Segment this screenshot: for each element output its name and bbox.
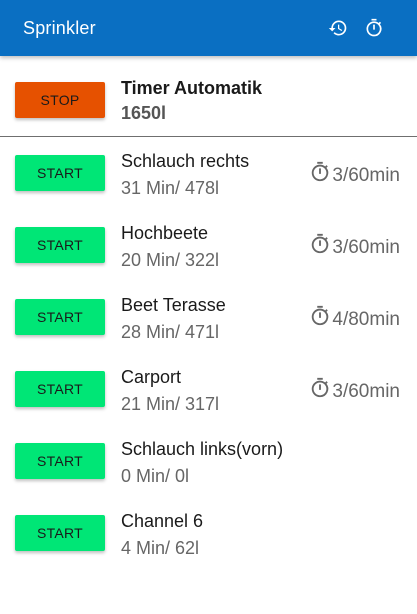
channel-row: START Carport 21 Min/ 317l 3/60min [0, 353, 417, 425]
channel-row: START Channel 6 4 Min/ 62l [0, 497, 417, 569]
app-bar: Sprinkler [0, 0, 417, 56]
history-icon[interactable] [326, 16, 350, 40]
automatic-volume: 1650l [121, 103, 167, 123]
channel-schedule: 3/60min [309, 233, 400, 259]
channel-name: Schlauch links(vorn) [121, 439, 284, 459]
stopwatch-icon [312, 305, 329, 326]
schedule-text: 3/60min [332, 165, 400, 186]
channel-name: Carport [121, 367, 182, 387]
start-button[interactable]: START [15, 227, 105, 263]
stop-button[interactable]: STOP [15, 82, 105, 118]
channel-info: 4 Min/ 62l [121, 538, 200, 558]
start-button[interactable]: START [15, 515, 105, 551]
channel-schedule: 4/80min [309, 305, 400, 331]
automatic-row: STOP Timer Automatik 1650l [0, 56, 417, 136]
channel-schedule: 3/60min [309, 161, 400, 187]
channel-row: START Schlauch rechts 31 Min/ 478l 3/60m… [0, 137, 417, 209]
channel-info: 28 Min/ 471l [121, 322, 220, 342]
channel-name: Hochbeete [121, 223, 209, 243]
start-button[interactable]: START [15, 443, 105, 479]
start-button[interactable]: START [15, 299, 105, 335]
stopwatch-icon [312, 233, 329, 254]
app-title: Sprinkler [23, 18, 96, 38]
timer-icon[interactable] [362, 16, 386, 40]
channel-info: 21 Min/ 317l [121, 394, 220, 414]
automatic-name: Timer Automatik [121, 78, 263, 98]
channel-row: START Beet Terasse 28 Min/ 471l 4/80min [0, 281, 417, 353]
channel-name: Channel 6 [121, 511, 204, 531]
channel-info: 31 Min/ 478l [121, 178, 220, 198]
channel-name: Beet Terasse [121, 295, 226, 315]
schedule-text: 3/60min [332, 237, 400, 258]
channel-name: Schlauch rechts [121, 151, 250, 171]
channel-info: 0 Min/ 0l [121, 466, 190, 486]
stopwatch-icon [312, 161, 329, 182]
schedule-text: 4/80min [332, 309, 400, 330]
channel-row: START Schlauch links(vorn) 0 Min/ 0l [0, 425, 417, 497]
channel-schedule: 3/60min [309, 377, 400, 403]
channel-row: START Hochbeete 20 Min/ 322l 3/60min [0, 209, 417, 281]
start-button[interactable]: START [15, 371, 105, 407]
channel-info: 20 Min/ 322l [121, 250, 220, 270]
stopwatch-icon [312, 377, 329, 398]
schedule-text: 3/60min [332, 381, 400, 402]
start-button[interactable]: START [15, 155, 105, 191]
